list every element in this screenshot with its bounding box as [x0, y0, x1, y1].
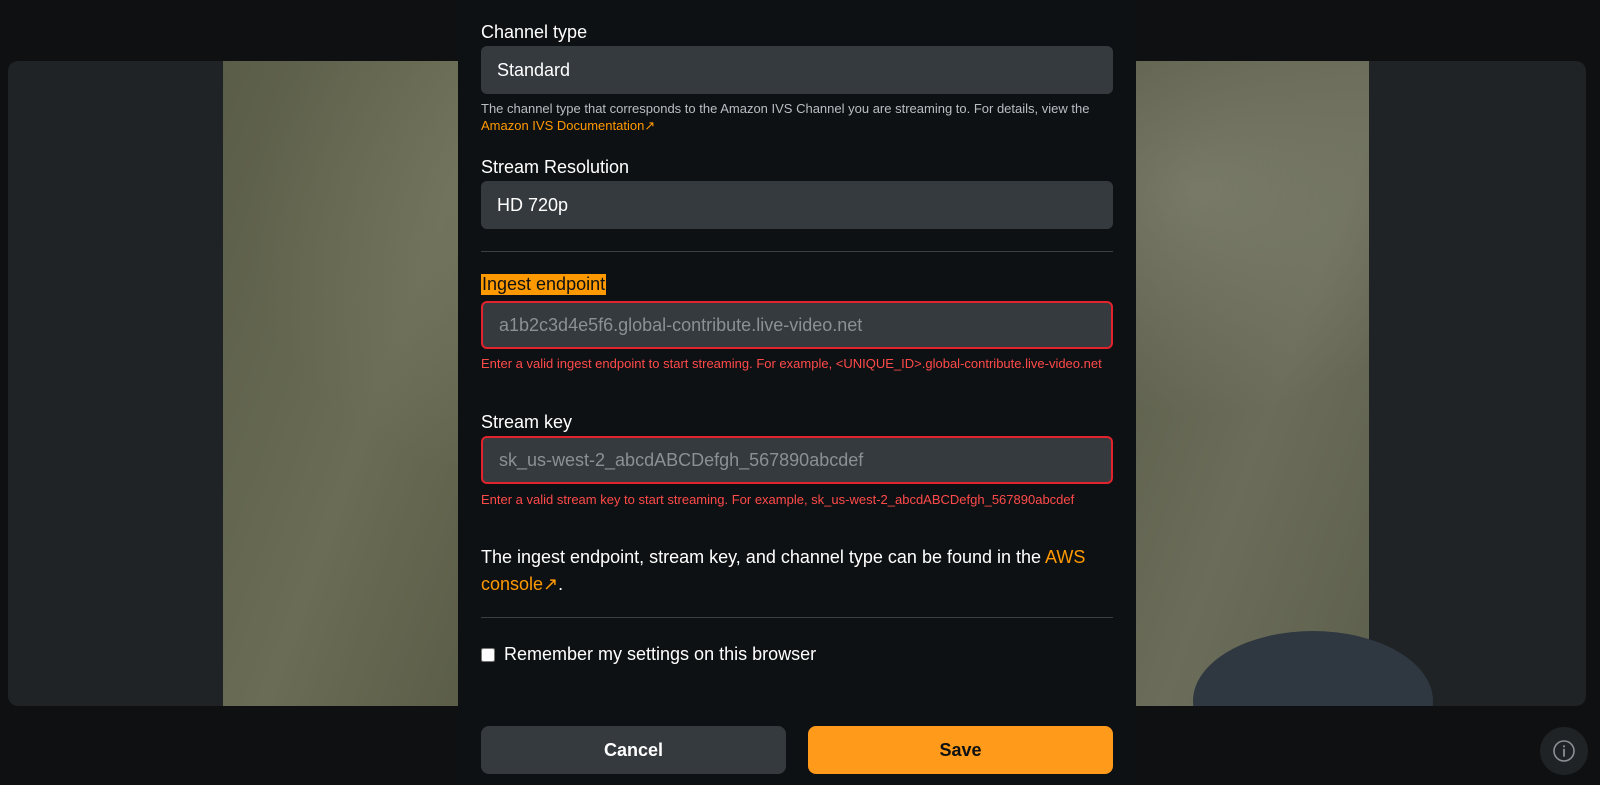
stream-key-label: Stream key	[481, 412, 573, 432]
ingest-endpoint-error: Enter a valid ingest endpoint to start s…	[481, 356, 1102, 371]
stream-resolution-label: Stream Resolution	[481, 157, 630, 177]
info-circle-icon	[1553, 740, 1575, 762]
section-divider	[481, 251, 1113, 252]
preview-shape	[1193, 631, 1433, 706]
channel-type-label: Channel type	[481, 22, 588, 42]
stream-resolution-select[interactable]: HD 720p	[481, 181, 1113, 229]
section-divider-bottom	[481, 617, 1113, 618]
info-button[interactable]	[1540, 727, 1588, 775]
stream-resolution-value: HD 720p	[497, 194, 569, 215]
stream-key-error: Enter a valid stream key to start stream…	[481, 492, 1075, 507]
stream-key-field[interactable]	[481, 436, 1113, 484]
ivs-documentation-link[interactable]: Amazon IVS Documentation↗	[481, 118, 655, 133]
save-button[interactable]: Save	[808, 726, 1113, 774]
remember-settings-label: Remember my settings on this browser	[504, 644, 817, 664]
channel-type-select[interactable]: Standard	[481, 46, 1113, 94]
ingest-endpoint-label: Ingest endpoint	[481, 274, 607, 295]
channel-type-value: Standard	[497, 59, 571, 80]
credentials-info-suffix: .	[558, 574, 564, 594]
channel-type-hint: The channel type that corresponds to the…	[481, 100, 1113, 134]
remember-settings-checkbox[interactable]	[481, 647, 495, 662]
channel-type-hint-text: The channel type that corresponds to the…	[481, 101, 1090, 116]
ingest-endpoint-field[interactable]	[481, 301, 1113, 349]
settings-panel: Channel type Standard The channel type t…	[458, 0, 1136, 785]
remember-settings-option[interactable]: Remember my settings on this browser	[481, 644, 816, 665]
ingest-endpoint-input[interactable]	[497, 313, 1097, 337]
cancel-button[interactable]: Cancel	[481, 726, 786, 774]
stream-key-input[interactable]	[497, 448, 1097, 472]
credentials-info: The ingest endpoint, stream key, and cha…	[481, 544, 1113, 598]
credentials-info-text: The ingest endpoint, stream key, and cha…	[481, 547, 1046, 567]
